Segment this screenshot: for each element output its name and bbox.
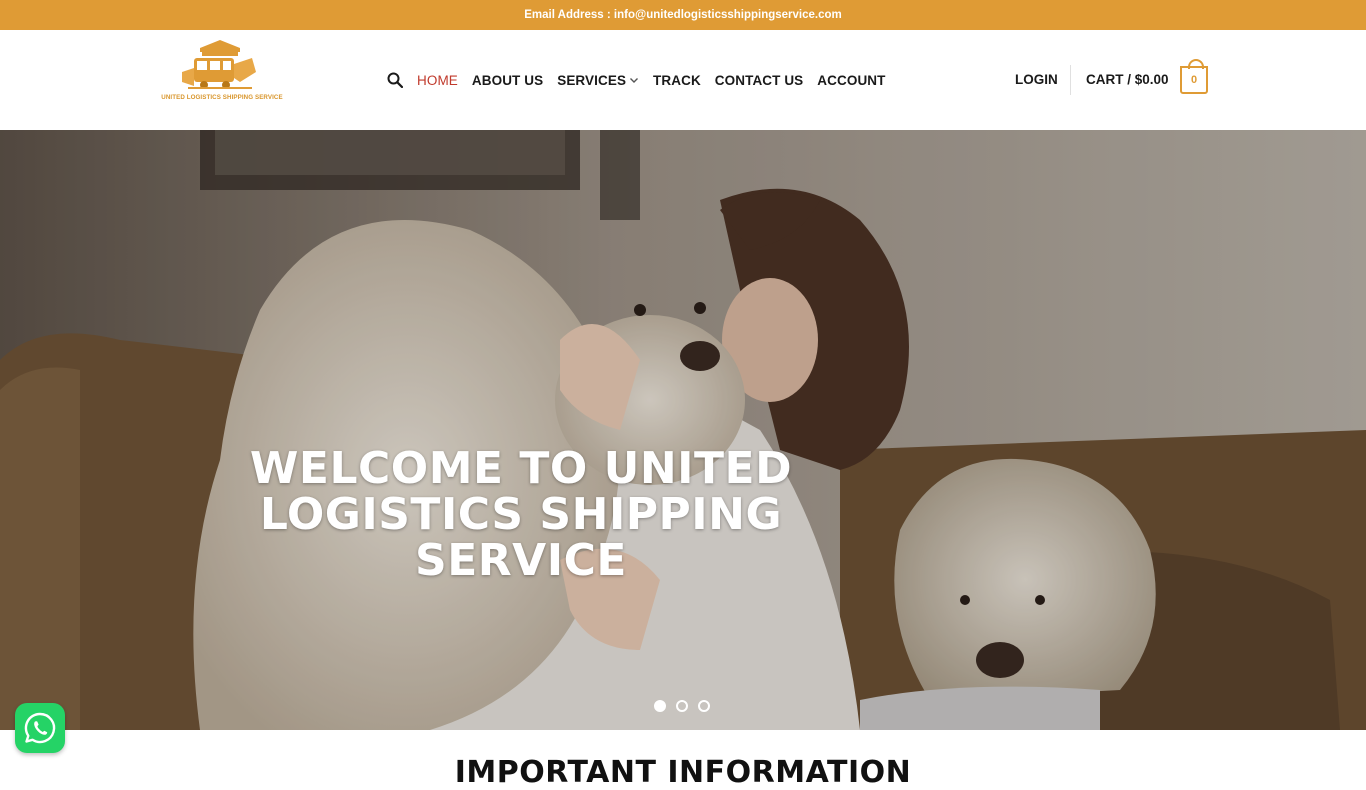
header-divider bbox=[1070, 65, 1071, 95]
hero-title-line-1: WELCOME TO UNITED bbox=[249, 443, 793, 494]
nav-about-us[interactable]: ABOUT US bbox=[472, 73, 543, 88]
nav-services-label[interactable]: SERVICES bbox=[557, 73, 626, 88]
site-header: UNITED LOGISTICS SHIPPING SERVICE HOME A… bbox=[0, 30, 1366, 130]
nav-home[interactable]: HOME bbox=[417, 73, 458, 88]
nav-contact-us[interactable]: CONTACT US bbox=[715, 73, 804, 88]
hero-title-line-2: LOGISTICS SHIPPING SERVICE bbox=[259, 489, 783, 586]
hero-slider: WELCOME TO UNITED LOGISTICS SHIPPING SER… bbox=[0, 130, 1366, 730]
slider-dot-2[interactable] bbox=[676, 700, 688, 712]
slider-dot-1[interactable] bbox=[654, 700, 666, 712]
search-icon[interactable] bbox=[387, 72, 403, 88]
cart-link[interactable]: CART / $0.00 bbox=[1086, 72, 1169, 87]
top-bar: Email Address : info@unitedlogisticsship… bbox=[0, 0, 1366, 30]
slider-dot-3[interactable] bbox=[698, 700, 710, 712]
chevron-down-icon bbox=[630, 78, 639, 83]
section-title: IMPORTANT INFORMATION bbox=[454, 755, 912, 790]
cart-count-badge[interactable]: 0 bbox=[1180, 59, 1208, 94]
main-nav: HOME ABOUT US SERVICES TRACK CONTACT US … bbox=[387, 66, 900, 94]
whatsapp-icon bbox=[24, 712, 56, 744]
hero-image bbox=[0, 130, 1366, 730]
hero-title: WELCOME TO UNITED LOGISTICS SHIPPING SER… bbox=[150, 446, 892, 584]
nav-account[interactable]: ACCOUNT bbox=[817, 73, 885, 88]
slider-dots bbox=[654, 700, 720, 712]
login-link[interactable]: LOGIN bbox=[1015, 72, 1058, 87]
nav-track[interactable]: TRACK bbox=[653, 73, 701, 88]
nav-services[interactable]: SERVICES bbox=[557, 73, 639, 88]
whatsapp-button[interactable] bbox=[15, 703, 65, 753]
contact-email: Email Address : info@unitedlogisticsship… bbox=[524, 9, 842, 21]
logo-text: UNITED LOGISTICS SHIPPING SERVICE bbox=[161, 94, 283, 101]
